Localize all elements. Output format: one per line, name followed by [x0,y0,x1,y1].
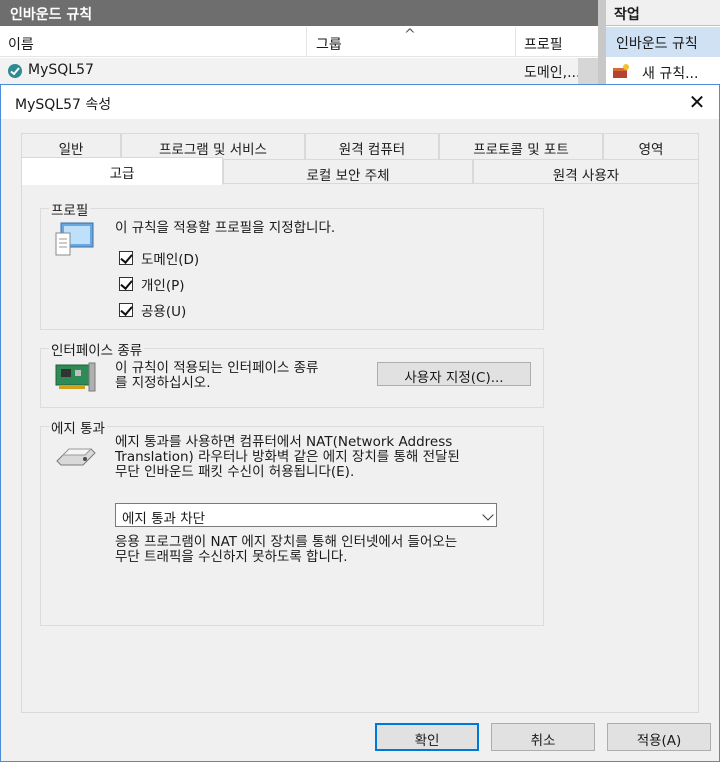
checkbox-checked[interactable] [119,277,133,291]
chevron-down-icon [482,509,494,521]
tab-remote-computers[interactable]: 원격 컴퓨터 [305,133,439,159]
interface-description-line1: 이 규칙이 적용되는 인터페이스 종류 [115,360,319,376]
column-header-row: 이름 그룹 ^ 프로필 [0,27,598,57]
column-name[interactable]: 이름 [8,34,34,54]
tab-programs-services[interactable]: 프로그램 및 서비스 [121,133,305,159]
properties-dialog: MySQL57 속성 ✕ 일반 프로그램 및 서비스 원격 컴퓨터 프로토콜 및… [0,84,720,762]
tab-protocols-ports[interactable]: 프로토콜 및 포트 [439,133,603,159]
edge-description-line3: 무단 인바운드 패킷 수신이 허용됩니다(E). [115,464,355,480]
interface-types-group: 인터페이스 종류 이 규칙이 적용되는 인터페이스 종류 를 지정하십시오. 사… [40,339,544,408]
apply-button[interactable]: 적용(A) [607,723,711,751]
edge-hint-line1: 응용 프로그램이 NAT 에지 장치를 통해 인터넷에서 들어오는 [115,534,458,550]
profile-description: 이 규칙을 적용할 프로필을 지정합니다. [115,220,336,236]
rule-profile: 도메인,... [524,65,581,81]
ok-button[interactable]: 확인 [375,723,479,751]
profile-domain-checkbox[interactable]: 도메인(D) [119,249,200,268]
pane-splitter[interactable] [598,0,606,90]
interface-description-line2: 를 지정하십시오. [115,375,211,391]
tab-remote-users[interactable]: 원격 사용자 [473,159,699,185]
tab-local-principals[interactable]: 로컬 보안 주체 [223,159,473,185]
checkbox-checked[interactable] [119,251,133,265]
cancel-button[interactable]: 취소 [491,723,595,751]
column-group[interactable]: 그룹 [316,34,342,54]
customize-button[interactable]: 사용자 지정(C)... [377,362,531,386]
firewall-rule-icon [8,64,22,78]
edge-traversal-group: 에지 통과 에지 통과를 사용하면 컴퓨터에서 NAT(Network Addr… [40,417,544,626]
edge-hint-line2: 무단 트래픽을 수신하지 못하도록 합니다. [115,549,348,565]
network-card-icon [55,362,96,392]
tab-advanced[interactable]: 고급 [21,157,223,185]
tab-panel-advanced: 프로필 이 규칙을 적용할 프로필을 지정합니다. 도메인(D) 개인(P) 공 [21,183,699,713]
profile-group-title: 프로필 [49,199,91,219]
checkbox-label: 개인(P) [141,278,185,294]
profile-group: 프로필 이 규칙을 적용할 프로필을 지정합니다. 도메인(D) 개인(P) 공 [40,199,544,330]
action-new-rule[interactable]: 새 규칙... [606,58,720,86]
computer-profile-icon [55,222,94,256]
interface-types-title: 인터페이스 종류 [49,339,145,359]
edge-traversal-title: 에지 통과 [49,417,107,437]
column-divider[interactable] [306,27,307,57]
table-row[interactable]: MySQL57 도메인,... [0,58,598,84]
sort-indicator-icon: ^ [404,27,416,43]
action-inbound-rules[interactable]: 인바운드 규칙 [606,27,720,57]
column-divider[interactable] [515,27,516,57]
checkbox-label: 도메인(D) [141,252,200,268]
actions-header: 작업 [606,0,720,26]
dialog-titlebar[interactable]: MySQL57 속성 ✕ [1,85,719,119]
checkbox-checked[interactable] [119,303,133,317]
edge-description-line1: 에지 통과를 사용하면 컴퓨터에서 NAT(Network Address [115,434,453,450]
network-cable-icon [56,448,96,466]
new-rule-label: 새 규칙... [642,66,699,82]
inbound-rules-header: 인바운드 규칙 [0,0,598,26]
profile-private-checkbox[interactable]: 개인(P) [119,275,185,294]
tab-scope[interactable]: 영역 [603,133,699,159]
dialog-title: MySQL57 속성 [15,97,112,113]
new-rule-icon [613,64,629,78]
edge-traversal-selected: 에지 통과 차단 [122,511,206,527]
close-icon[interactable]: ✕ [687,92,707,112]
edge-traversal-select[interactable]: 에지 통과 차단 [115,503,497,527]
edge-description-line2: Translation) 라우터나 방화벽 같은 에지 장치를 통해 전달된 [115,449,460,465]
profile-public-checkbox[interactable]: 공용(U) [119,301,187,320]
tab-general[interactable]: 일반 [21,133,121,159]
rule-name: MySQL57 [28,62,94,78]
checkbox-label: 공용(U) [141,304,187,320]
column-profile[interactable]: 프로필 [524,34,563,54]
